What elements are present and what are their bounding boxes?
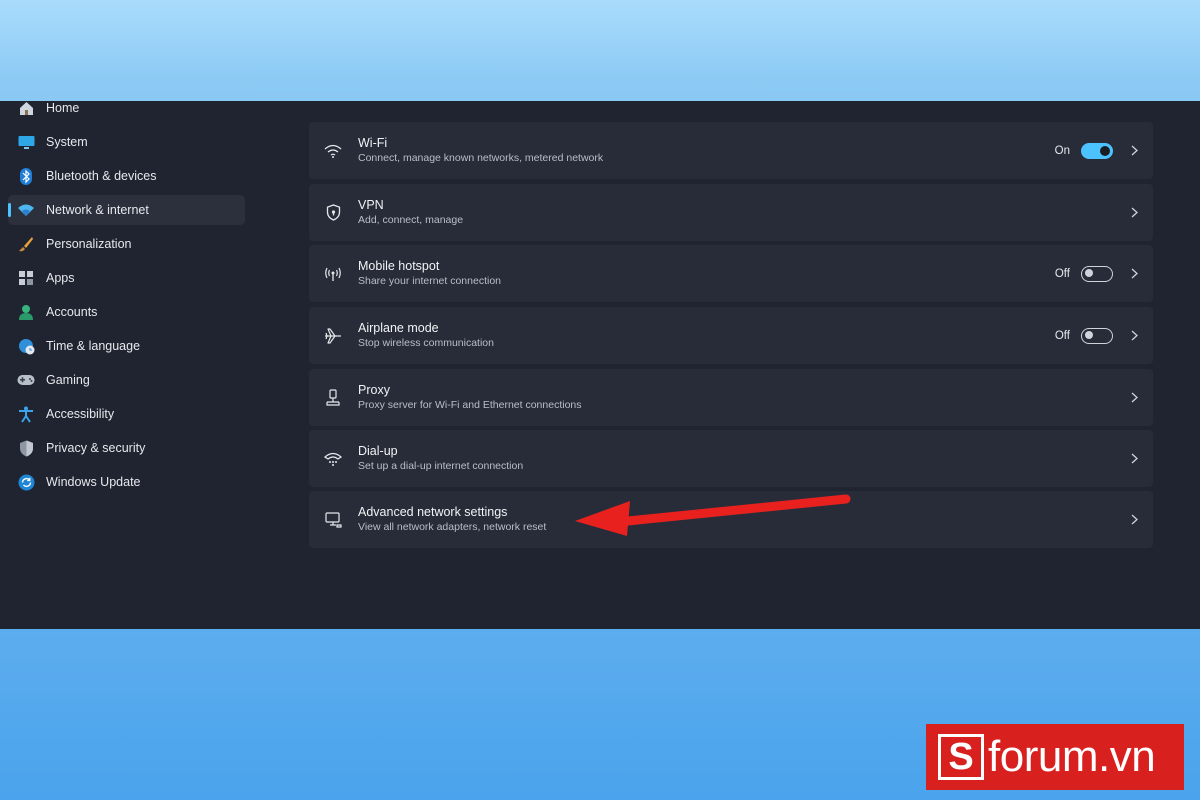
wifi-icon — [323, 141, 343, 161]
setting-title: Wi-Fi — [358, 136, 388, 150]
chevron-right-icon — [1129, 330, 1139, 342]
sidebar-item-label: Accessibility — [46, 407, 115, 421]
wifi-toggle[interactable] — [1081, 142, 1113, 159]
airplane-mode-toggle[interactable] — [1081, 327, 1113, 344]
sidebar-item-bluetooth-devices[interactable]: Bluetooth & devices — [8, 161, 245, 191]
setting-vpn[interactable]: VPN Add, connect, manage — [309, 184, 1153, 241]
apps-icon — [17, 269, 35, 287]
toggle-state-label: Off — [1054, 267, 1070, 280]
shield-icon — [17, 439, 35, 457]
setting-advanced-network[interactable]: Advanced network settings View all netwo… — [309, 491, 1153, 548]
sidebar-item-label: Network & internet — [46, 203, 149, 217]
brush-icon — [17, 235, 35, 253]
setting-title: VPN — [358, 198, 384, 212]
sidebar-item-home[interactable]: Home — [8, 101, 245, 123]
sidebar-item-network-internet[interactable]: Network & internet — [8, 195, 245, 225]
sidebar-item-personalization[interactable]: Personalization — [8, 229, 245, 259]
setting-title: Dial-up — [358, 444, 398, 458]
setting-description: Add, connect, manage — [358, 214, 464, 226]
chevron-right-icon — [1129, 268, 1139, 280]
sync-icon — [17, 473, 35, 491]
network-adapter-icon — [323, 510, 343, 530]
chevron-right-icon — [1129, 392, 1139, 404]
setting-description: Stop wireless communication — [358, 337, 494, 349]
setting-description: Connect, manage known networks, metered … — [358, 152, 604, 164]
person-icon — [17, 303, 35, 321]
sidebar-item-label: Gaming — [46, 373, 90, 387]
sidebar-item-gaming[interactable]: Gaming — [8, 365, 245, 395]
sidebar-item-label: Bluetooth & devices — [46, 169, 157, 183]
bluetooth-icon — [17, 167, 35, 185]
sidebar-item-system[interactable]: System — [8, 127, 245, 157]
sidebar-item-accounts[interactable]: Accounts — [8, 297, 245, 327]
setting-description: Set up a dial-up internet connection — [358, 460, 524, 472]
sidebar-item-accessibility[interactable]: Accessibility — [8, 399, 245, 429]
sidebar-item-label: Privacy & security — [46, 441, 146, 455]
wifi-icon — [17, 201, 35, 219]
setting-title: Airplane mode — [358, 321, 439, 335]
sforum-logo-text: forum.vn — [988, 732, 1156, 781]
sforum-logo-mark: S — [938, 734, 984, 780]
setting-airplane-mode[interactable]: Airplane mode Stop wireless communicatio… — [309, 307, 1153, 364]
setting-mobile-hotspot[interactable]: Mobile hotspot Share your internet conne… — [309, 245, 1153, 302]
chevron-right-icon — [1129, 514, 1139, 526]
sidebar-item-label: Personalization — [46, 237, 132, 251]
setting-proxy[interactable]: Proxy Proxy server for Wi-Fi and Etherne… — [309, 369, 1153, 426]
sidebar-item-label: Windows Update — [46, 475, 141, 489]
gamepad-icon — [17, 371, 35, 389]
accessibility-icon — [17, 405, 35, 423]
setting-description: View all network adapters, network reset — [358, 521, 547, 533]
sidebar-item-windows-update[interactable]: Windows Update — [8, 467, 245, 497]
sidebar-item-label: Accounts — [46, 305, 98, 319]
mobile-hotspot-toggle[interactable] — [1081, 265, 1113, 282]
sidebar-item-label: System — [46, 135, 88, 149]
proxy-icon — [323, 388, 343, 408]
chevron-right-icon — [1129, 145, 1139, 157]
setting-wifi[interactable]: Wi-Fi Connect, manage known networks, me… — [309, 122, 1153, 179]
setting-dial-up[interactable]: Dial-up Set up a dial-up internet connec… — [309, 430, 1153, 487]
monitor-icon — [17, 133, 35, 151]
setting-title: Proxy — [358, 383, 390, 397]
hotspot-icon — [323, 264, 343, 284]
setting-title: Mobile hotspot — [358, 259, 440, 273]
sidebar-item-apps[interactable]: Apps — [8, 263, 245, 293]
sidebar-item-label: Apps — [46, 271, 75, 285]
dialup-icon — [323, 449, 343, 469]
chevron-right-icon — [1129, 453, 1139, 465]
settings-window: Home System Bluetooth & devices Network … — [0, 101, 1200, 629]
sidebar-item-label: Time & language — [46, 339, 141, 353]
sidebar: Home System Bluetooth & devices Network … — [0, 101, 250, 629]
setting-description: Share your internet connection — [358, 275, 502, 287]
home-icon — [17, 101, 35, 117]
setting-title: Advanced network settings — [358, 505, 508, 519]
toggle-state-label: Off — [1054, 329, 1070, 342]
vpn-shield-icon — [323, 203, 343, 223]
chevron-right-icon — [1129, 207, 1139, 219]
globe-clock-icon — [17, 337, 35, 355]
toggle-state-label: On — [1054, 144, 1070, 157]
sforum-logo: S forum.vn — [926, 724, 1184, 790]
sidebar-item-time-language[interactable]: Time & language — [8, 331, 245, 361]
sidebar-item-privacy-security[interactable]: Privacy & security — [8, 433, 245, 463]
sidebar-item-label: Home — [46, 101, 80, 115]
setting-description: Proxy server for Wi-Fi and Ethernet conn… — [358, 399, 582, 411]
airplane-icon — [323, 326, 343, 346]
